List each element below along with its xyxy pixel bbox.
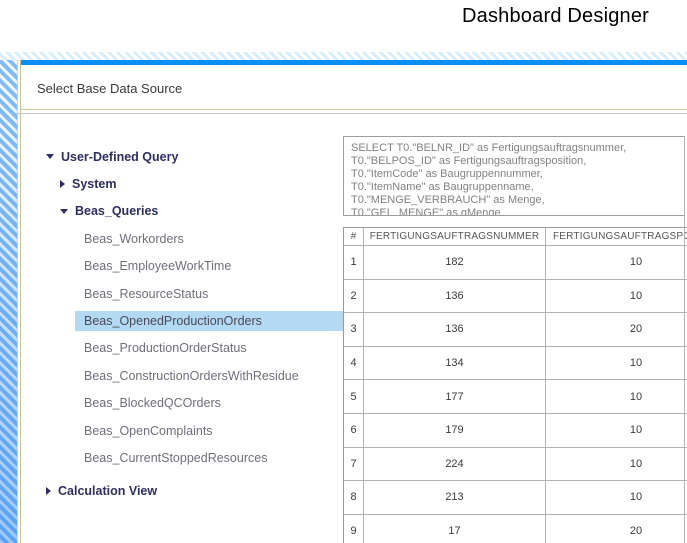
nummer-cell: 179 xyxy=(364,414,546,447)
table-row[interactable]: 1 182 10 xyxy=(344,246,687,280)
tree-item-beas-openedproductionorders[interactable]: Beas_OpenedProductionOrders xyxy=(0,307,346,334)
tree-item-beas-blockedqcorders[interactable]: Beas_BlockedQCOrders xyxy=(0,390,346,417)
position-cell: 20 xyxy=(546,515,687,543)
position-cell: 10 xyxy=(546,246,687,279)
tree-item-label: Beas_EmployeeWorkTime xyxy=(84,259,231,273)
nummer-cell: 213 xyxy=(364,481,546,514)
collapse-arrow-icon[interactable] xyxy=(60,209,68,214)
tree-item-user-defined-query[interactable]: User-Defined Query xyxy=(0,143,346,170)
tree-item-calculation-view[interactable]: Calculation View xyxy=(0,478,346,505)
table-row[interactable]: 7 224 10 xyxy=(344,448,687,482)
expand-arrow-icon[interactable] xyxy=(46,487,51,495)
nummer-cell: 177 xyxy=(364,380,546,413)
row-index-cell: 9 xyxy=(344,515,364,543)
tree-item-system[interactable]: System xyxy=(0,170,346,197)
table-row[interactable]: 9 17 20 xyxy=(344,515,687,543)
table-row[interactable]: 2 136 10 xyxy=(344,280,687,314)
position-cell: 10 xyxy=(546,347,687,380)
row-index-cell: 2 xyxy=(344,280,364,313)
section-title: Select Base Data Source xyxy=(37,81,182,96)
row-index-cell: 7 xyxy=(344,448,364,481)
tree-item-beas-currentstoppedresources[interactable]: Beas_CurrentStoppedResources xyxy=(0,444,346,471)
table-row[interactable]: 3 136 20 xyxy=(344,313,687,347)
position-cell: 20 xyxy=(546,313,687,346)
tree-item-label: Beas_OpenedProductionOrders xyxy=(75,311,344,331)
tree-item-label: System xyxy=(72,177,116,191)
tree-item-label: User-Defined Query xyxy=(61,150,178,164)
tree-item-beas-resourcestatus[interactable]: Beas_ResourceStatus xyxy=(0,280,346,307)
position-cell: 10 xyxy=(546,280,687,313)
column-header-fertigungsauftragsnummer[interactable]: FERTIGUNGSAUFTRAGSNUMMER xyxy=(364,228,546,245)
section-divider xyxy=(16,113,687,114)
collapse-arrow-icon[interactable] xyxy=(46,154,54,159)
nummer-cell: 136 xyxy=(364,313,546,346)
nummer-cell: 224 xyxy=(364,448,546,481)
row-index-cell: 8 xyxy=(344,481,364,514)
nummer-cell: 134 xyxy=(364,347,546,380)
data-source-tree: User-Defined Query System Beas_Queries B… xyxy=(0,143,346,505)
tree-item-beas-workorders[interactable]: Beas_Workorders xyxy=(0,225,346,252)
tree-item-beas-employeeworktime[interactable]: Beas_EmployeeWorkTime xyxy=(0,253,346,280)
section-divider-top xyxy=(20,109,687,110)
tree-item-label: Beas_ResourceStatus xyxy=(84,287,208,301)
tree-item-label: Beas_ProductionOrderStatus xyxy=(84,341,247,355)
table-row[interactable]: 5 177 10 xyxy=(344,380,687,414)
page-title: Dashboard Designer xyxy=(462,5,649,28)
tree-item-label: Calculation View xyxy=(58,484,157,498)
tree-item-beas-productionorderstatus[interactable]: Beas_ProductionOrderStatus xyxy=(0,335,346,362)
tree-item-beas-opencomplaints[interactable]: Beas_OpenComplaints xyxy=(0,417,346,444)
tree-item-beas-queries[interactable]: Beas_Queries xyxy=(0,198,346,225)
position-cell: 10 xyxy=(546,380,687,413)
row-index-cell: 5 xyxy=(344,380,364,413)
row-index-cell: 6 xyxy=(344,414,364,447)
row-index-cell: 3 xyxy=(344,313,364,346)
table-row[interactable]: 6 179 10 xyxy=(344,414,687,448)
column-header-index[interactable]: # xyxy=(344,228,364,245)
table-row[interactable]: 8 213 10 xyxy=(344,481,687,515)
panel-right-border xyxy=(684,136,685,543)
decorative-stripe-band xyxy=(0,52,687,60)
query-preview-table: # FERTIGUNGSAUFTRAGSNUMMER FERTIGUNGSAUF… xyxy=(343,227,687,543)
tree-item-label: Beas_CurrentStoppedResources xyxy=(84,451,267,465)
column-header-fertigungsauftragsposition[interactable]: FERTIGUNGSAUFTRAGSPOSITION xyxy=(546,228,687,245)
tree-item-label: Beas_ConstructionOrdersWithResidue xyxy=(84,369,299,383)
row-index-cell: 4 xyxy=(344,347,364,380)
tree-item-label: Beas_OpenComplaints xyxy=(84,424,213,438)
table-header-row: # FERTIGUNGSAUFTRAGSNUMMER FERTIGUNGSAUF… xyxy=(344,228,687,246)
position-cell: 10 xyxy=(546,414,687,447)
expand-arrow-icon[interactable] xyxy=(60,180,65,188)
position-cell: 10 xyxy=(546,448,687,481)
nummer-cell: 17 xyxy=(364,515,546,543)
nummer-cell: 136 xyxy=(364,280,546,313)
table-row[interactable]: 4 134 10 xyxy=(344,347,687,381)
sql-query-textarea[interactable]: SELECT T0."BELNR_ID" as Fertigungsauftra… xyxy=(343,136,685,216)
panel-accent-bar xyxy=(21,60,687,65)
tree-item-label: Beas_BlockedQCOrders xyxy=(84,396,221,410)
dashboard-designer-window: Dashboard Designer Select Base Data Sour… xyxy=(0,0,687,543)
position-cell: 10 xyxy=(546,481,687,514)
row-index-cell: 1 xyxy=(344,246,364,279)
nummer-cell: 182 xyxy=(364,246,546,279)
tree-item-label: Beas_Queries xyxy=(75,204,158,218)
tree-item-label: Beas_Workorders xyxy=(84,232,184,246)
tree-item-beas-constructionorderswithresidue[interactable]: Beas_ConstructionOrdersWithResidue xyxy=(0,362,346,389)
